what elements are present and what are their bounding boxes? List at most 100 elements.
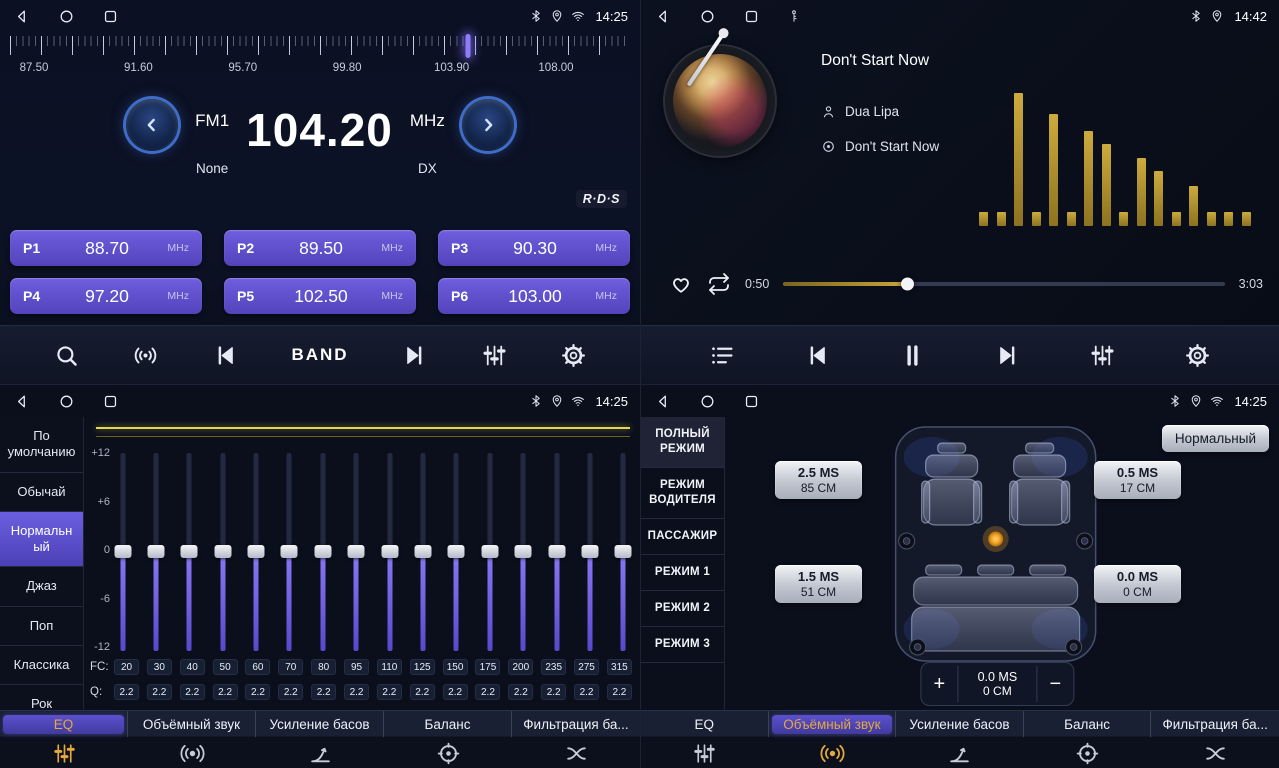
back-icon[interactable]: [14, 393, 31, 410]
favorite-icon[interactable]: [669, 272, 693, 296]
seek-thumb[interactable]: [901, 278, 914, 291]
settings-icon[interactable]: [560, 342, 587, 369]
band-button[interactable]: BAND: [291, 345, 348, 365]
preset-button[interactable]: P2 89.50 MHz: [224, 230, 416, 266]
next-track-icon[interactable]: [994, 342, 1021, 369]
eq-preset-item[interactable]: Джаз: [0, 567, 83, 606]
previous-track-icon[interactable]: [804, 342, 831, 369]
recents-icon[interactable]: [743, 393, 760, 410]
eq-preset-item[interactable]: Обычай: [0, 473, 83, 512]
back-icon[interactable]: [655, 393, 672, 410]
eq-band-slider[interactable]: [181, 453, 198, 651]
eq-slider-handle[interactable]: [581, 545, 598, 558]
eq-slider-handle[interactable]: [281, 545, 298, 558]
frequency-ruler[interactable]: [10, 36, 630, 60]
eq-slider-handle[interactable]: [147, 545, 164, 558]
preset-button[interactable]: P1 88.70 MHz: [10, 230, 202, 266]
listening-mode-item[interactable]: РЕЖИМ 2: [641, 591, 724, 627]
preset-button[interactable]: P6 103.00 MHz: [438, 278, 630, 314]
rear-left-delay-button[interactable]: 1.5 MS 51 CM: [775, 565, 862, 603]
eq-band-slider[interactable]: [481, 453, 498, 651]
surround-preset-button[interactable]: Нормальный: [1162, 425, 1269, 452]
tune-up-button[interactable]: [462, 99, 514, 151]
eq-band-slider[interactable]: [214, 453, 231, 651]
eq-band-slider[interactable]: [615, 453, 632, 651]
listening-position-marker[interactable]: [988, 532, 1003, 547]
eq-slider-handle[interactable]: [515, 545, 532, 558]
listening-mode-item[interactable]: РЕЖИМ 3: [641, 627, 724, 663]
audio-tab[interactable]: Фильтрация ба...: [512, 711, 640, 768]
eq-slider-handle[interactable]: [381, 545, 398, 558]
next-station-icon[interactable]: [401, 342, 428, 369]
audio-tab[interactable]: Усиление басов: [896, 711, 1024, 768]
eq-preset-item[interactable]: По умолчанию: [0, 417, 83, 473]
delay-minus-button[interactable]: −: [1037, 663, 1073, 705]
eq-slider-handle[interactable]: [448, 545, 465, 558]
preset-button[interactable]: P3 90.30 MHz: [438, 230, 630, 266]
eq-slider-handle[interactable]: [348, 545, 365, 558]
frequency-indicator[interactable]: [466, 34, 471, 58]
audio-tab[interactable]: EQ: [0, 711, 128, 768]
eq-slider-handle[interactable]: [615, 545, 632, 558]
eq-band-slider[interactable]: [381, 453, 398, 651]
home-icon[interactable]: [58, 8, 75, 25]
preset-button[interactable]: P4 97.20 MHz: [10, 278, 202, 314]
back-icon[interactable]: [655, 8, 672, 25]
home-icon[interactable]: [699, 8, 716, 25]
eq-band-slider[interactable]: [548, 453, 565, 651]
scan-stations-icon[interactable]: [132, 342, 159, 369]
listening-mode-item[interactable]: ПОЛНЫЙ РЕЖИМ: [641, 417, 724, 468]
eq-band-slider[interactable]: [281, 453, 298, 651]
recents-icon[interactable]: [102, 393, 119, 410]
eq-band-slider[interactable]: [448, 453, 465, 651]
equalizer-icon[interactable]: [1089, 342, 1116, 369]
listening-mode-item[interactable]: РЕЖИМ ВОДИТЕЛЯ: [641, 468, 724, 519]
listening-mode-item[interactable]: ПАССАЖИР: [641, 519, 724, 555]
tune-down-button[interactable]: [126, 99, 178, 151]
eq-band-slider[interactable]: [415, 453, 432, 651]
eq-preset-item[interactable]: Рок: [0, 685, 83, 710]
listening-mode-item[interactable]: РЕЖИМ 1: [641, 555, 724, 591]
delay-plus-button[interactable]: +: [921, 663, 957, 705]
audio-tab[interactable]: Фильтрация ба...: [1151, 711, 1279, 768]
preset-button[interactable]: P5 102.50 MHz: [224, 278, 416, 314]
front-left-delay-button[interactable]: 2.5 MS 85 CM: [775, 461, 862, 499]
eq-band-slider[interactable]: [147, 453, 164, 651]
eq-band-slider[interactable]: [248, 453, 265, 651]
eq-slider-handle[interactable]: [415, 545, 432, 558]
previous-station-icon[interactable]: [212, 342, 239, 369]
audio-tab[interactable]: Баланс: [384, 711, 512, 768]
eq-band-slider[interactable]: [348, 453, 365, 651]
home-icon[interactable]: [699, 393, 716, 410]
seek-bar[interactable]: [783, 282, 1224, 286]
settings-icon[interactable]: [1184, 342, 1211, 369]
rear-right-delay-button[interactable]: 0.0 MS 0 CM: [1094, 565, 1181, 603]
eq-slider-handle[interactable]: [181, 545, 198, 558]
home-icon[interactable]: [58, 393, 75, 410]
eq-band-slider[interactable]: [515, 453, 532, 651]
eq-band-slider[interactable]: [314, 453, 331, 651]
audio-tab[interactable]: EQ: [641, 711, 769, 768]
equalizer-icon[interactable]: [481, 342, 508, 369]
audio-tab[interactable]: Объёмный звук: [769, 711, 897, 768]
eq-band-slider[interactable]: [581, 453, 598, 651]
audio-tab[interactable]: Объёмный звук: [128, 711, 256, 768]
pause-icon[interactable]: [899, 342, 926, 369]
eq-slider-handle[interactable]: [114, 545, 131, 558]
repeat-icon[interactable]: [707, 272, 731, 296]
audio-tab[interactable]: Баланс: [1024, 711, 1152, 768]
eq-slider-handle[interactable]: [314, 545, 331, 558]
playlist-icon[interactable]: [709, 342, 736, 369]
eq-band-slider[interactable]: [114, 453, 131, 651]
eq-preset-item[interactable]: Нормальный: [0, 512, 83, 568]
recents-icon[interactable]: [102, 8, 119, 25]
recents-icon[interactable]: [743, 8, 760, 25]
eq-slider-handle[interactable]: [248, 545, 265, 558]
eq-slider-handle[interactable]: [214, 545, 231, 558]
search-icon[interactable]: [53, 342, 80, 369]
back-icon[interactable]: [14, 8, 31, 25]
front-right-delay-button[interactable]: 0.5 MS 17 CM: [1094, 461, 1181, 499]
eq-slider-handle[interactable]: [481, 545, 498, 558]
eq-slider-handle[interactable]: [548, 545, 565, 558]
audio-tab[interactable]: Усиление басов: [256, 711, 384, 768]
